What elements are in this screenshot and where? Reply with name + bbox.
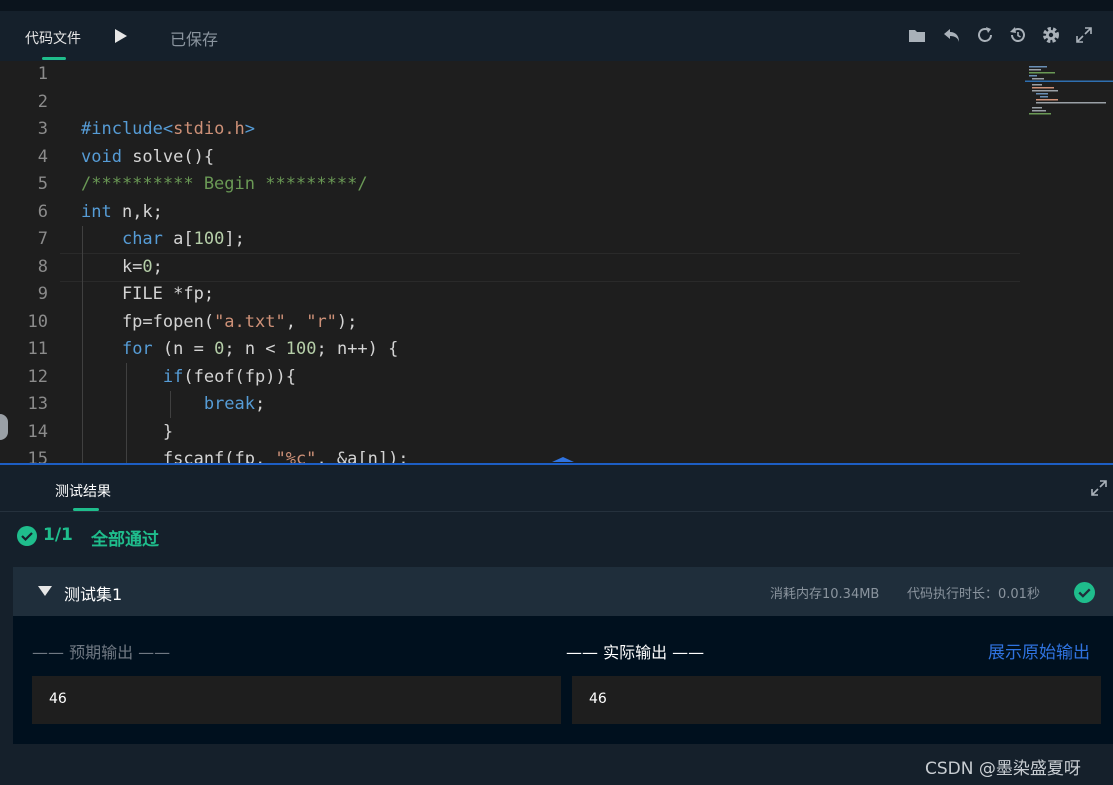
line-number: 3 xyxy=(37,119,48,139)
pass-count: 1/1 xyxy=(43,525,73,545)
line-number: 13 xyxy=(27,394,48,414)
history-icon[interactable] xyxy=(1007,24,1029,46)
test-suite-header[interactable]: 测试集1 消耗内存10.34MB 代码执行时长：0.01秒 xyxy=(13,567,1113,616)
undo-icon[interactable] xyxy=(941,24,963,46)
line-number: 15 xyxy=(27,449,48,464)
tab-code-file[interactable]: 代码文件 xyxy=(25,28,81,48)
bottom-bar: CSDN @墨染盛夏呀 xyxy=(0,744,1113,785)
line-number: 12 xyxy=(27,366,48,387)
expected-output-label: —— 预期输出 —— xyxy=(32,643,171,662)
line-number: 5 xyxy=(37,174,48,194)
line-number: 8 xyxy=(37,256,48,277)
line-number-gutter: 1 2 3 4 5 6 7 8 9 10 11 12 13 14 15 xyxy=(0,61,60,464)
memory-usage: 消耗内存10.34MB xyxy=(770,587,880,602)
tab-active-indicator xyxy=(73,508,99,511)
code-line[interactable]: FILE *fp; xyxy=(81,281,214,309)
code-line[interactable]: void solve(){ xyxy=(81,144,214,172)
tab-test-results[interactable]: 测试结果 xyxy=(55,481,111,501)
collapse-triangle-icon[interactable] xyxy=(38,586,52,596)
execution-time: 代码执行时长：0.01秒 xyxy=(907,587,1040,602)
code-editor[interactable]: 1 2 3 4 5 6 7 8 9 10 11 12 13 14 15 #inc… xyxy=(0,61,1113,464)
code-line[interactable]: break; xyxy=(81,391,265,419)
actual-output-box: 46 xyxy=(572,676,1101,724)
line-number: 1 xyxy=(37,64,48,84)
actual-output-value: 46 xyxy=(589,691,607,707)
refresh-icon[interactable] xyxy=(974,24,996,46)
active-line-highlight xyxy=(60,253,1020,282)
tab-active-indicator xyxy=(42,57,66,60)
code-line[interactable]: k=0; xyxy=(81,254,163,282)
test-suite-panel: 测试集1 消耗内存10.34MB 代码执行时长：0.01秒 —— 预期输出 ——… xyxy=(13,567,1113,744)
result-panel-header: 测试结果 xyxy=(0,465,1113,512)
top-strip xyxy=(0,0,1113,11)
code-minimap[interactable] xyxy=(1025,63,1113,123)
line-number: 4 xyxy=(37,146,48,167)
line-number: 2 xyxy=(37,91,48,112)
code-line[interactable]: fp=fopen("a.txt", "r"); xyxy=(81,309,357,337)
line-number: 9 xyxy=(37,284,48,304)
code-line[interactable]: fscanf(fp, "%c", &a[n]); xyxy=(81,446,409,464)
code-line[interactable]: if(feof(fp)){ xyxy=(81,364,296,392)
line-number: 6 xyxy=(37,201,48,222)
show-raw-output-link[interactable]: 展示原始输出 xyxy=(988,638,1090,663)
check-circle-icon xyxy=(1074,582,1095,603)
pass-message: 全部通过 xyxy=(91,530,159,550)
run-icon[interactable] xyxy=(113,26,129,46)
expand-icon[interactable] xyxy=(1088,477,1110,499)
code-line[interactable]: } xyxy=(81,419,173,447)
expected-output-box: 46 xyxy=(32,676,561,724)
code-line[interactable]: char a[100]; xyxy=(81,226,245,254)
folder-icon[interactable] xyxy=(906,24,928,46)
actual-output-label: —— 实际输出 —— xyxy=(566,643,705,662)
test-suite-title: 测试集1 xyxy=(64,585,123,604)
code-line[interactable]: int n,k; xyxy=(81,199,163,227)
code-line[interactable]: for (n = 0; n < 100; n++) { xyxy=(81,336,398,364)
editor-toolbar: 代码文件 已保存 xyxy=(0,11,1113,61)
side-collapse-handle[interactable] xyxy=(0,414,8,440)
watermark: CSDN @墨染盛夏呀 xyxy=(925,759,1081,779)
code-line[interactable]: /********** Begin *********/ xyxy=(81,171,368,199)
fullscreen-icon[interactable] xyxy=(1073,24,1095,46)
line-number: 11 xyxy=(27,339,48,359)
gear-icon[interactable] xyxy=(1040,24,1062,46)
check-circle-icon xyxy=(17,526,37,546)
code-line[interactable]: #include<stdio.h> xyxy=(81,116,255,144)
expected-output-value: 46 xyxy=(49,691,67,707)
line-number: 7 xyxy=(37,229,48,249)
saved-status: 已保存 xyxy=(170,30,219,49)
line-number: 10 xyxy=(27,311,48,332)
